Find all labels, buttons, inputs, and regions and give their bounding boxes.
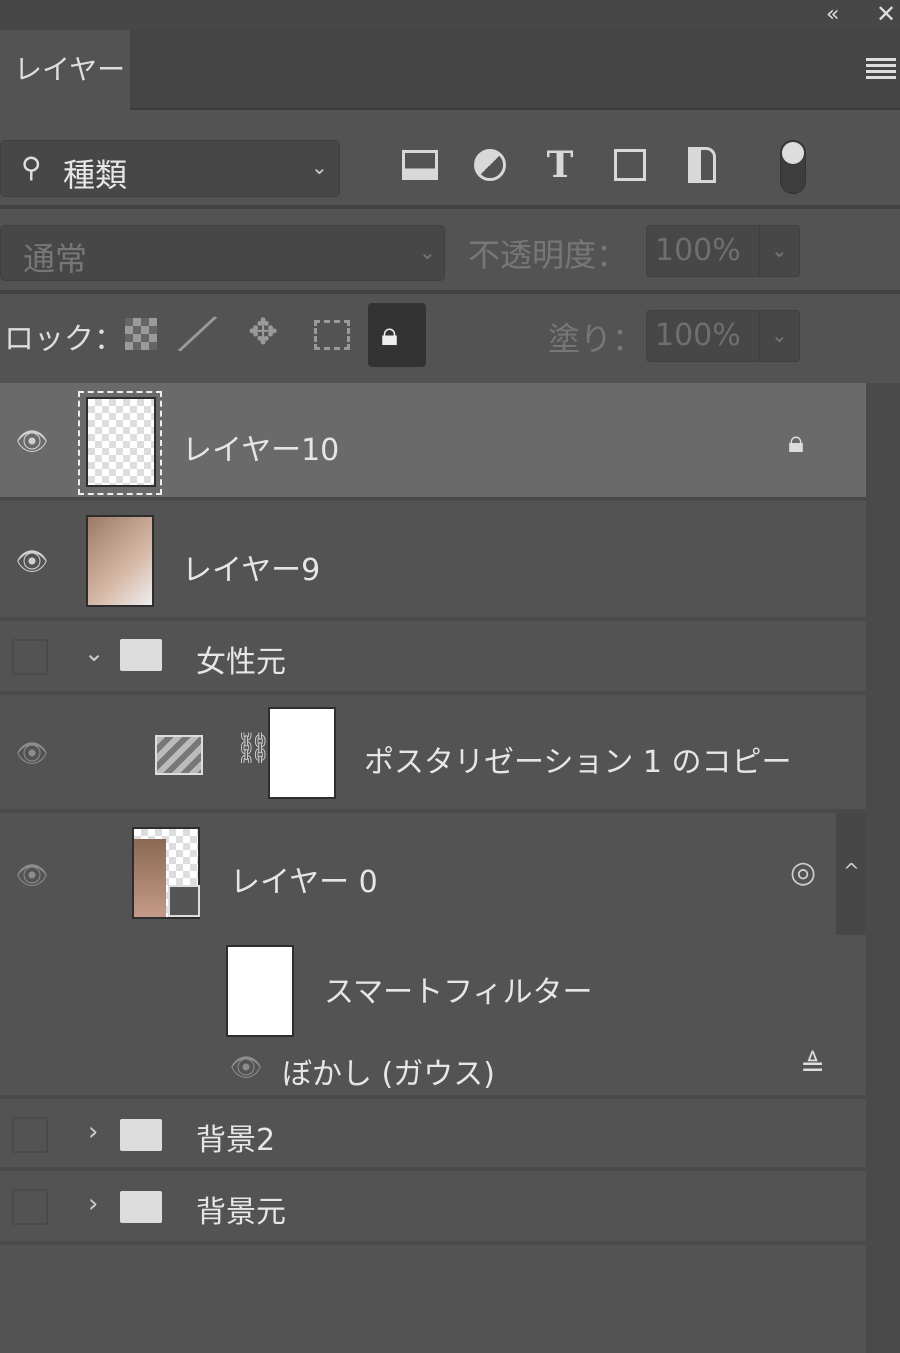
collapse-filters-button[interactable]: ^ [836, 813, 866, 935]
blend-mode-dropdown[interactable]: 通常 ⌄ [0, 225, 445, 281]
eye-icon[interactable]: 👁︎ [12, 861, 52, 891]
visibility-checkbox[interactable] [12, 639, 48, 675]
tab-layers[interactable]: レイヤー [0, 30, 130, 112]
visibility-checkbox[interactable] [12, 1117, 48, 1153]
tab-bar: レイヤー [0, 30, 900, 112]
panel-top-bar: « ✕ [0, 0, 900, 30]
toggle-knob [782, 142, 804, 164]
smart-object-icon [168, 885, 200, 917]
eye-icon[interactable]: 👁︎ [12, 427, 52, 457]
layer-row[interactable]: 👁︎ レイヤー9 [0, 501, 866, 621]
group-row[interactable]: › 背景2 [0, 1099, 866, 1171]
lock-icon: 🔒︎ [788, 425, 804, 460]
layer-name[interactable]: レイヤー 0 [230, 857, 378, 901]
smart-object-filter-icon[interactable] [688, 147, 716, 183]
filter-name[interactable]: ぼかし (ガウス) [282, 1049, 495, 1093]
chevron-right-icon[interactable]: › [88, 1189, 98, 1219]
link-icon[interactable]: ⛓︎ [234, 731, 272, 766]
smart-filter-mask-thumbnail[interactable] [226, 945, 294, 1037]
layer-effects-icon[interactable]: ◎ [790, 855, 816, 890]
opacity-field[interactable]: 100% ⌄ [646, 225, 800, 277]
folder-icon [120, 639, 162, 671]
layer-row[interactable]: 👁︎ ⛓︎ ポスタリゼーション 1 のコピー [0, 695, 866, 813]
lock-artboard-icon[interactable] [314, 320, 350, 350]
image-filter-icon[interactable] [402, 150, 438, 180]
layer-mask-thumbnail[interactable] [268, 707, 336, 799]
eye-icon[interactable]: 👁︎ [12, 739, 52, 769]
chevron-down-icon[interactable]: ⌄ [771, 238, 788, 262]
folder-icon [120, 1119, 162, 1151]
type-filter-icon[interactable]: T [540, 147, 580, 183]
group-row[interactable]: › 背景元 [0, 1171, 866, 1245]
smart-filters-label[interactable]: スマートフィルター [324, 967, 593, 1011]
scrollbar-track[interactable] [866, 383, 900, 1353]
chevron-down-icon: ⌄ [311, 155, 328, 179]
divider [0, 205, 900, 209]
filter-blending-options-icon[interactable]: ≜ [800, 1049, 825, 1084]
opacity-value: 100% [655, 233, 741, 268]
filter-kind-dropdown[interactable]: ⚲ 種類 ⌄ [0, 140, 340, 197]
lock-icon: 🔒︎ [381, 315, 399, 353]
visibility-checkbox[interactable] [12, 1189, 48, 1225]
double-chevron-left-icon[interactable]: « [826, 2, 839, 27]
fill-value: 100% [655, 318, 741, 353]
layer-name[interactable]: 背景2 [196, 1115, 275, 1159]
shape-filter-icon[interactable] [614, 149, 646, 181]
blend-mode-value: 通常 [23, 240, 88, 278]
layer-name[interactable]: 女性元 [196, 637, 286, 681]
lock-transparent-pixels-icon[interactable] [125, 318, 157, 350]
fill-label: 塗り： [548, 320, 645, 358]
chevron-down-icon[interactable]: ⌄ [84, 639, 104, 667]
folder-icon [120, 1191, 162, 1223]
eye-icon[interactable]: 👁︎ [12, 547, 52, 577]
divider [0, 290, 900, 294]
opacity-label: 不透明度： [468, 236, 629, 274]
close-icon[interactable]: ✕ [876, 0, 896, 28]
layer-thumbnail [86, 397, 156, 487]
eye-icon[interactable]: 👁︎ [226, 1053, 266, 1083]
hamburger-menu-icon[interactable] [866, 58, 896, 80]
posterize-adjustment-icon [155, 735, 203, 775]
fill-field[interactable]: 100% ⌄ [646, 310, 800, 362]
chevron-down-icon: ⌄ [419, 240, 436, 264]
lock-label: ロック： [4, 322, 124, 357]
layer-name[interactable]: レイヤー10 [182, 425, 339, 469]
chevron-right-icon[interactable]: › [88, 1117, 98, 1147]
layer-row[interactable]: 👁︎ レイヤー10 🔒︎ [0, 383, 866, 501]
lock-position-move-icon[interactable]: ✥ [248, 312, 278, 353]
filter-kind-value: 種類 [63, 156, 128, 194]
group-row[interactable]: ⌄ 女性元 [0, 621, 866, 695]
lock-image-pixels-brush-icon[interactable]: ╱ [179, 309, 216, 358]
layer-name[interactable]: ポスタリゼーション 1 のコピー [364, 737, 792, 781]
adjustment-filter-icon[interactable] [474, 149, 506, 181]
search-icon: ⚲ [21, 151, 42, 184]
chevron-up-icon: ^ [843, 859, 860, 883]
filter-toggle[interactable] [780, 140, 806, 194]
layer-row[interactable]: 👁︎ レイヤー 0 ◎ ^ スマートフィルター 👁︎ ぼかし (ガウス) ≜ [0, 813, 866, 1099]
chevron-down-icon[interactable]: ⌄ [771, 323, 788, 347]
layer-thumbnail [132, 827, 200, 919]
layer-thumbnail [86, 515, 154, 607]
lock-all-button[interactable]: 🔒︎ [368, 303, 426, 367]
layer-name[interactable]: レイヤー9 [182, 545, 320, 589]
layer-name[interactable]: 背景元 [196, 1187, 286, 1231]
